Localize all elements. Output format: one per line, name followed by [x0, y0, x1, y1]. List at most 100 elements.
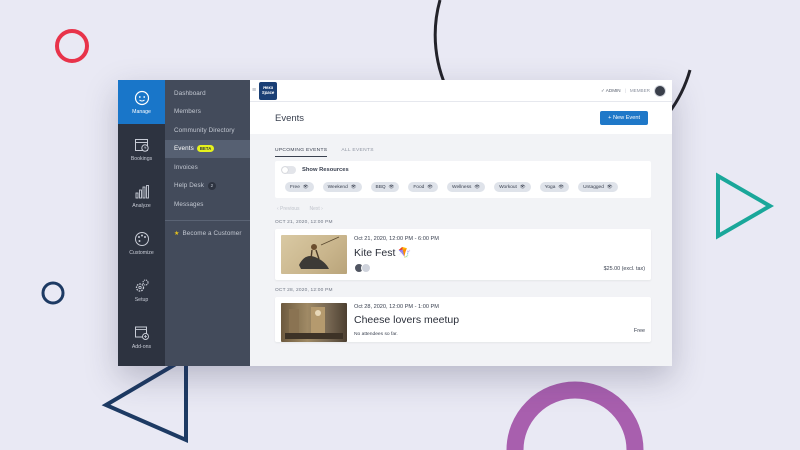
subnav-label: Invoices — [174, 163, 198, 171]
bar-chart-icon — [135, 184, 149, 198]
divider: | — [624, 88, 626, 93]
rail-label: Bookings — [130, 155, 153, 162]
palette-icon — [134, 231, 149, 246]
eye-icon: 👁 — [558, 184, 565, 189]
tag-chip[interactable]: BBQ 👁 — [370, 182, 400, 192]
subnav-label: Dashboard — [174, 89, 206, 97]
tag-chip[interactable]: Yoga 👁 — [539, 182, 570, 192]
event-price: Free — [633, 328, 645, 334]
become-customer-label: Become a Customer — [182, 230, 242, 238]
app-window: Manage Bookings Analyze Customize Setup … — [118, 80, 672, 366]
event-datetime: Oct 21, 2020, 12:00 PM - 6:00 PM — [354, 236, 439, 242]
eye-icon: 👁 — [427, 184, 434, 189]
rail-label: Manage — [132, 108, 151, 115]
star-icon: ★ — [174, 231, 180, 238]
tag-chips: Free 👁 Weekend 👁 BBQ 👁 Food 👁 Wellness 👁 Work… — [281, 182, 645, 192]
avatar[interactable] — [654, 84, 666, 97]
chip-label: Food — [413, 184, 425, 190]
kite-painting-image — [299, 236, 340, 269]
beta-badge: BETA — [196, 145, 215, 153]
rail-item-bookings[interactable]: Bookings — [118, 127, 165, 171]
rail-label: Customize — [129, 249, 154, 256]
gears-icon — [135, 278, 149, 292]
next-page-link[interactable]: Next › — [310, 206, 323, 212]
event-thumbnail — [281, 303, 347, 342]
show-resources-label: Show Resources — [302, 167, 349, 173]
rail-item-customize[interactable]: Customize — [118, 221, 165, 265]
chip-label: BBQ — [375, 184, 386, 190]
show-resources-row: Show Resources — [281, 166, 645, 174]
chip-label: Wellness — [452, 184, 472, 190]
tag-chip[interactable]: Untagged 👁 — [578, 182, 618, 192]
subnav-item-invoices[interactable]: Invoices — [165, 158, 250, 177]
page-title: Events — [275, 112, 305, 124]
eye-icon: 👁 — [519, 184, 526, 189]
event-price: $25.00 (excl. tax) — [603, 266, 645, 272]
hamburger-icon[interactable]: ≡ — [252, 87, 256, 94]
tab-all-events[interactable]: ALL EVENTS — [341, 148, 373, 157]
subnav-label: Events — [174, 145, 194, 153]
chip-label: Workout — [499, 184, 517, 190]
admin-role-link[interactable]: ✓ ADMIN — [601, 88, 621, 94]
subnav-item-events[interactable]: Events BETA — [165, 139, 250, 158]
rail-label: Analyze — [132, 202, 151, 209]
tag-chip[interactable]: Workout 👁 — [494, 182, 531, 192]
subnav-label: Help Desk — [174, 182, 204, 190]
eye-icon: 👁 — [350, 184, 357, 189]
rail-item-analyze[interactable]: Analyze — [118, 174, 165, 218]
subnav-item-members[interactable]: Members — [165, 103, 250, 122]
icon-rail: Manage Bookings Analyze Customize Setup … — [118, 80, 165, 366]
show-resources-toggle[interactable] — [281, 166, 296, 174]
red-circle-decoration — [55, 29, 89, 63]
avatar — [361, 263, 371, 273]
eye-icon: 👁 — [388, 184, 395, 189]
subnav-item-dashboard[interactable]: Dashboard — [165, 84, 250, 103]
date-group-heading: OCT 21, 2020, 12:00 PM — [275, 220, 333, 225]
sub-navigation: Dashboard Members Community Directory Ev… — [165, 80, 250, 366]
count-badge: 2 — [207, 181, 216, 190]
teal-triangle-decoration — [716, 172, 775, 240]
cheese-painting-image — [285, 307, 343, 339]
eye-icon: 👁 — [302, 184, 309, 189]
tag-chip[interactable]: Weekend 👁 — [322, 182, 362, 192]
rail-item-manage[interactable]: Manage — [118, 80, 165, 124]
eye-icon: 👁 — [474, 184, 481, 189]
chip-label: Free — [290, 184, 300, 190]
calendar-clock-icon — [134, 138, 149, 152]
subnav-item-community-directory[interactable]: Community Directory — [165, 121, 250, 140]
subnav-item-messages[interactable]: Messages — [165, 195, 250, 214]
subnav-label: Messages — [174, 200, 204, 208]
event-title: Cheese lovers meetup — [354, 314, 460, 326]
top-bar: ≡ Hexa Space ✓ ADMIN | MEMBER — [250, 80, 672, 102]
member-role-link[interactable]: MEMBER — [630, 88, 650, 93]
subnav-label: Community Directory — [174, 126, 235, 134]
new-event-button[interactable]: + New Event — [600, 111, 648, 125]
subnav-item-help-desk[interactable]: Help Desk 2 — [165, 177, 250, 196]
pagination: ‹ Previous Next › — [250, 198, 672, 212]
event-datetime: Oct 28, 2020, 12:00 PM - 1:00 PM — [354, 304, 439, 310]
event-card[interactable]: Oct 28, 2020, 12:00 PM - 1:00 PM Cheese … — [275, 297, 651, 342]
rail-item-add-ons[interactable]: Add-ons — [118, 315, 165, 359]
tag-chip[interactable]: Wellness 👁 — [447, 182, 486, 192]
logo[interactable]: Hexa Space — [259, 81, 278, 100]
event-attendee-note: No attendees so far. — [354, 332, 398, 337]
tag-chip[interactable]: Food 👁 — [408, 182, 439, 192]
chip-label: Weekend — [327, 184, 348, 190]
rail-item-setup[interactable]: Setup — [118, 268, 165, 312]
event-card[interactable]: Oct 21, 2020, 12:00 PM - 6:00 PM Kite Fe… — [275, 229, 651, 280]
event-tabs: UPCOMING EVENTS ALL EVENTS — [250, 134, 672, 157]
divider — [165, 219, 250, 221]
become-customer-link[interactable]: ★ Become a Customer — [165, 225, 250, 244]
chip-label: Untagged — [583, 184, 604, 190]
tab-upcoming-events[interactable]: UPCOMING EVENTS — [275, 148, 328, 157]
event-thumbnail — [281, 235, 347, 274]
chip-label: Yoga — [544, 184, 556, 190]
previous-page-link[interactable]: ‹ Previous — [277, 206, 300, 212]
add-window-icon — [134, 326, 149, 340]
rail-label: Setup — [134, 296, 149, 303]
tag-chip[interactable]: Free 👁 — [285, 182, 314, 192]
purple-ring-decoration — [506, 381, 644, 450]
main-content: ≡ Hexa Space ✓ ADMIN | MEMBER Events + N… — [250, 80, 672, 366]
date-group-heading: OCT 28, 2020, 12:00 PM — [275, 288, 333, 293]
filters-panel: Show Resources Free 👁 Weekend 👁 BBQ 👁 Food 👁… — [275, 161, 651, 198]
